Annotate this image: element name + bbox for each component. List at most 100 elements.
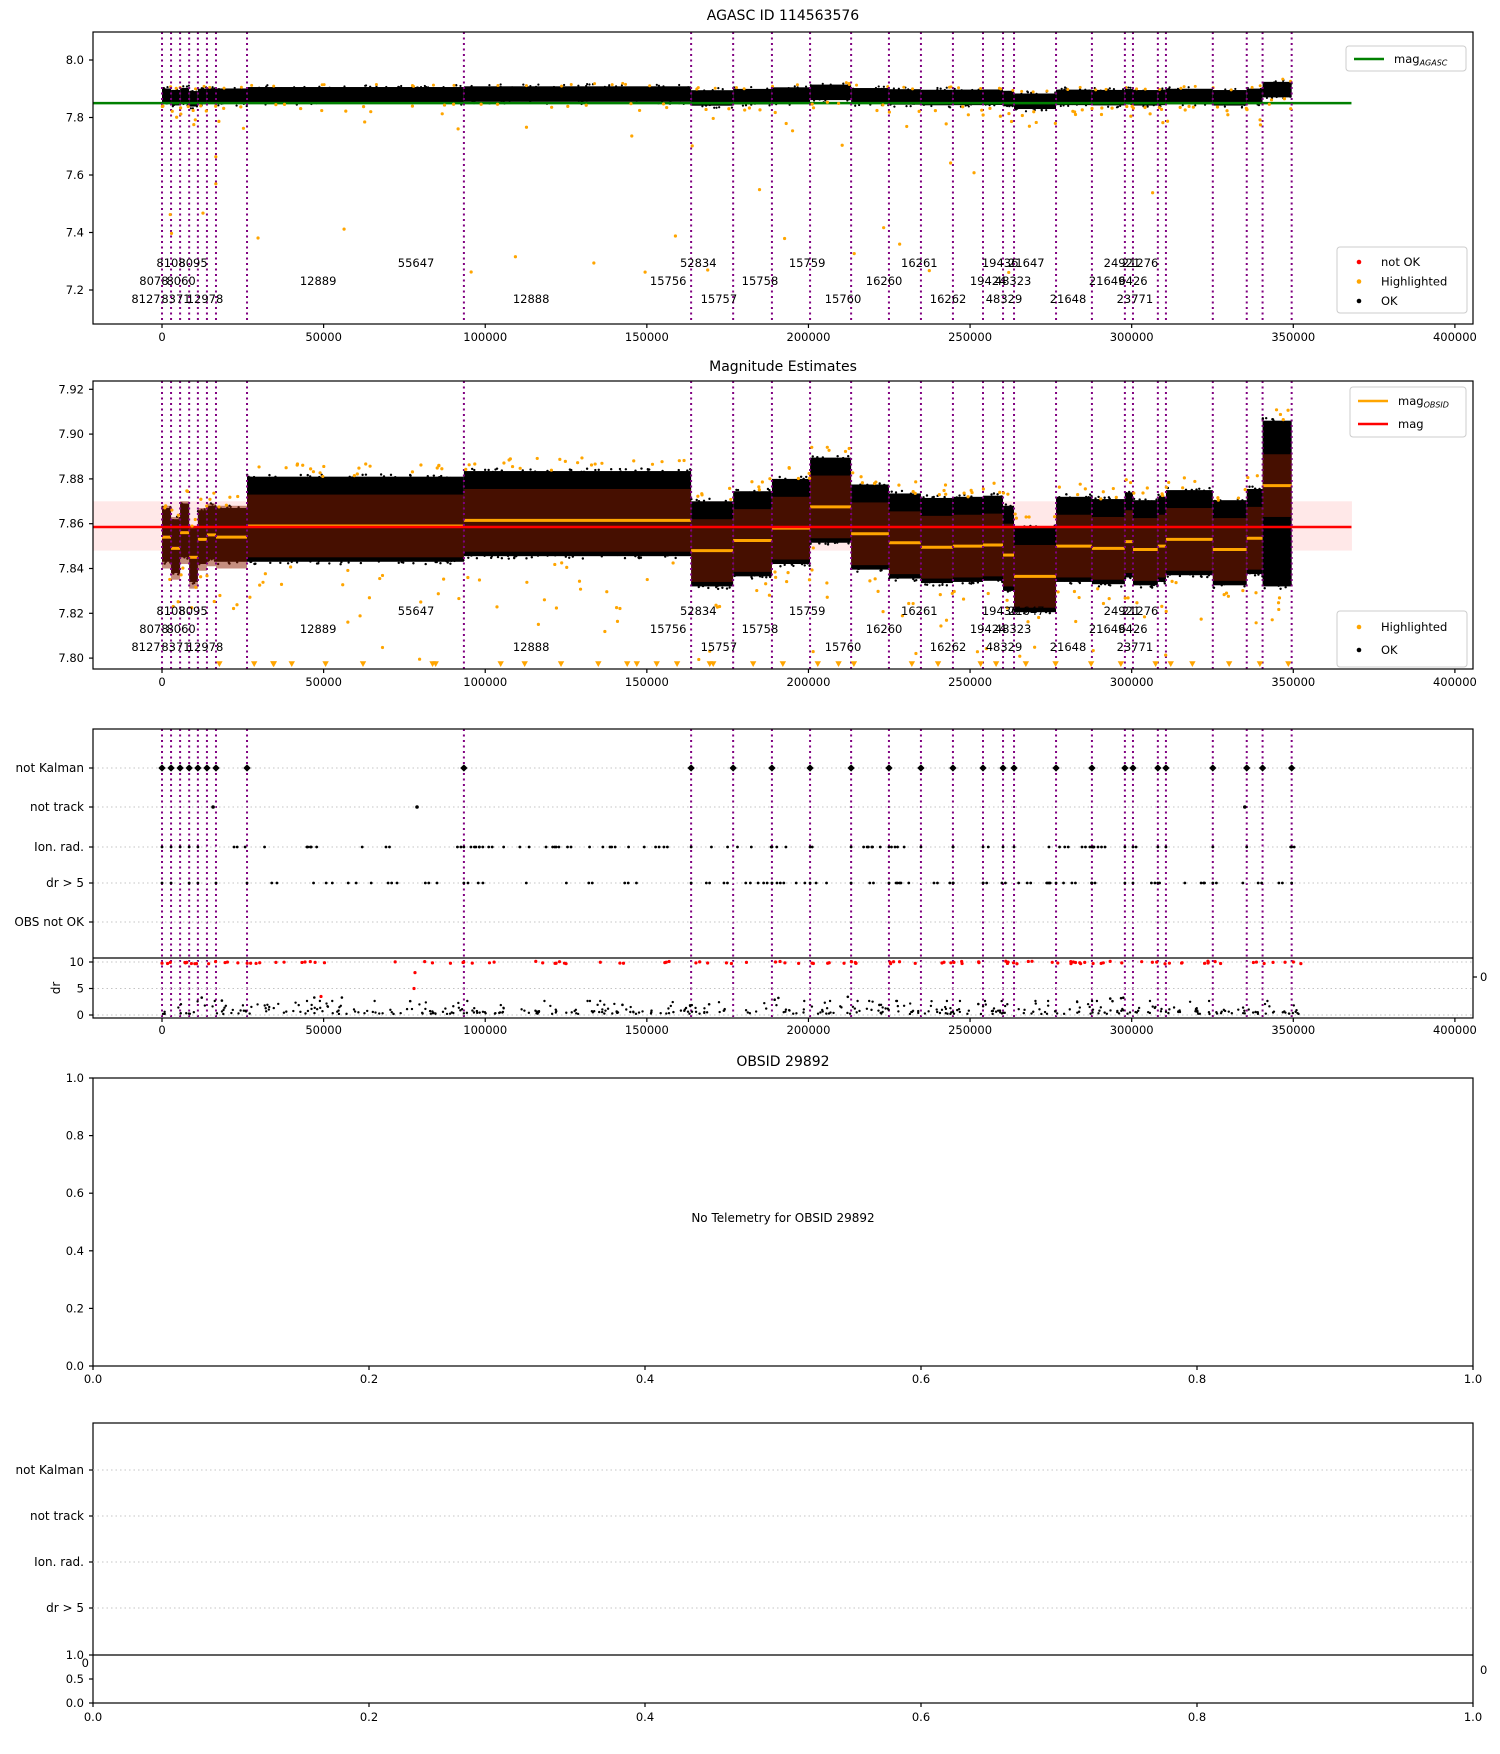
dr-point <box>840 1006 843 1009</box>
obsid-label: 12889 <box>300 622 337 636</box>
p2-highlight-point <box>969 488 973 492</box>
p2-speck <box>453 559 456 563</box>
dr-clipped-point <box>891 960 896 964</box>
dr-clipped-point <box>245 961 249 965</box>
dr-point <box>603 1012 606 1015</box>
flag-label: Ion. rad. <box>34 840 84 854</box>
p1-speck <box>1187 86 1190 89</box>
p2-speck <box>836 454 839 458</box>
p1-speck <box>892 87 895 90</box>
p2-speck <box>1065 493 1068 496</box>
dr-clipped-point <box>1015 962 1019 966</box>
p1-speck <box>807 88 810 91</box>
p1-speck <box>796 86 799 89</box>
p2-highlight-point <box>289 565 293 569</box>
dr-point <box>1137 1006 1141 1010</box>
p1-highlight-point <box>966 113 970 117</box>
p2-speck <box>825 540 828 543</box>
dr-clipped-point <box>254 961 258 966</box>
p2-highlight-point <box>851 471 855 475</box>
dr-clipped-point <box>1108 959 1112 963</box>
dr-point <box>220 999 224 1002</box>
flag-label: dr > 5 <box>46 876 84 890</box>
dr-clipped-point <box>1050 960 1054 964</box>
p1-speck <box>907 88 910 91</box>
p2-highlight-point <box>1057 485 1061 489</box>
x-tick-label: 0.6 <box>912 1710 930 1724</box>
p2-highlight-point <box>825 595 829 599</box>
y-tick-label: 0.4 <box>66 1244 84 1258</box>
p1-highlight-point <box>1066 88 1070 92</box>
p2-highlight-point <box>163 506 167 510</box>
p1-speck <box>897 87 900 90</box>
flag-marker <box>865 845 869 849</box>
p1-speck <box>656 86 659 89</box>
obsid-label: 16262 <box>930 640 967 654</box>
flag-marker <box>736 845 739 849</box>
p1-speck <box>766 87 769 90</box>
legend-point-sample <box>1356 298 1362 304</box>
dr-point <box>405 1007 409 1011</box>
dr-point <box>424 1001 428 1004</box>
p1-speck <box>804 85 808 88</box>
p1-highlight-point <box>241 126 246 130</box>
obsid-label: 16262 <box>930 292 967 306</box>
dr-clipped-point <box>1073 960 1078 965</box>
dr-point <box>936 1010 939 1014</box>
flag-marker <box>395 881 399 885</box>
dr-clipped-point <box>160 961 164 965</box>
p2-speck <box>943 495 946 499</box>
p2-speck <box>318 475 321 479</box>
p2-highlight-point <box>1126 596 1130 600</box>
p2-highlight-point <box>457 596 461 601</box>
p2-speck <box>496 555 500 559</box>
p2-speck <box>424 562 427 566</box>
dr-point <box>484 1012 487 1015</box>
p1-highlight-point <box>569 83 573 87</box>
dr-point <box>672 1010 675 1014</box>
obsid-label: 48329 <box>986 292 1023 306</box>
obsid-label: 21647 <box>1008 604 1045 618</box>
dr-point <box>237 1012 240 1015</box>
p2-speck <box>896 576 900 579</box>
p2-speck <box>915 494 919 497</box>
dr-point <box>1043 1010 1047 1014</box>
dr-point <box>983 999 987 1003</box>
p2-speck <box>1222 501 1225 504</box>
p1-speck <box>293 86 296 89</box>
p2-speck <box>792 564 795 568</box>
p2-speck <box>872 485 875 488</box>
x-tick-label: 0.0 <box>84 1710 102 1724</box>
flag-marker <box>803 881 807 885</box>
flag-marker <box>1058 845 1061 849</box>
dr-point <box>392 1012 395 1016</box>
p2-highlight-point <box>1276 601 1281 605</box>
p1-highlight-point <box>214 182 218 186</box>
p2-speck <box>500 557 504 560</box>
p2-speck <box>1279 587 1282 590</box>
flag-marker <box>808 881 812 885</box>
p1-speck <box>1119 104 1122 108</box>
p1-highlight-point <box>560 84 564 88</box>
dr-clipped-point <box>783 961 787 965</box>
flag-marker <box>1290 881 1294 885</box>
p2-speck <box>894 491 898 494</box>
flag-marker <box>794 881 798 885</box>
p2-speck <box>554 554 557 557</box>
flag-marker <box>887 845 891 849</box>
dr-point <box>1006 1003 1009 1006</box>
p2-highlight-point <box>847 446 851 451</box>
p2-highlight-point <box>367 596 372 600</box>
dr-point <box>179 1003 183 1006</box>
flag-marker <box>187 881 191 885</box>
dr-point <box>632 1010 635 1013</box>
dr-point <box>1268 1005 1271 1008</box>
flag-marker <box>951 881 955 885</box>
p2-speck <box>1240 582 1244 585</box>
p1-speck <box>824 99 827 102</box>
p1-speck <box>939 87 942 90</box>
dr-clipped-point <box>194 962 199 966</box>
flag-marker <box>160 881 164 885</box>
dr-point <box>366 1009 369 1013</box>
p2-speck <box>318 558 322 561</box>
